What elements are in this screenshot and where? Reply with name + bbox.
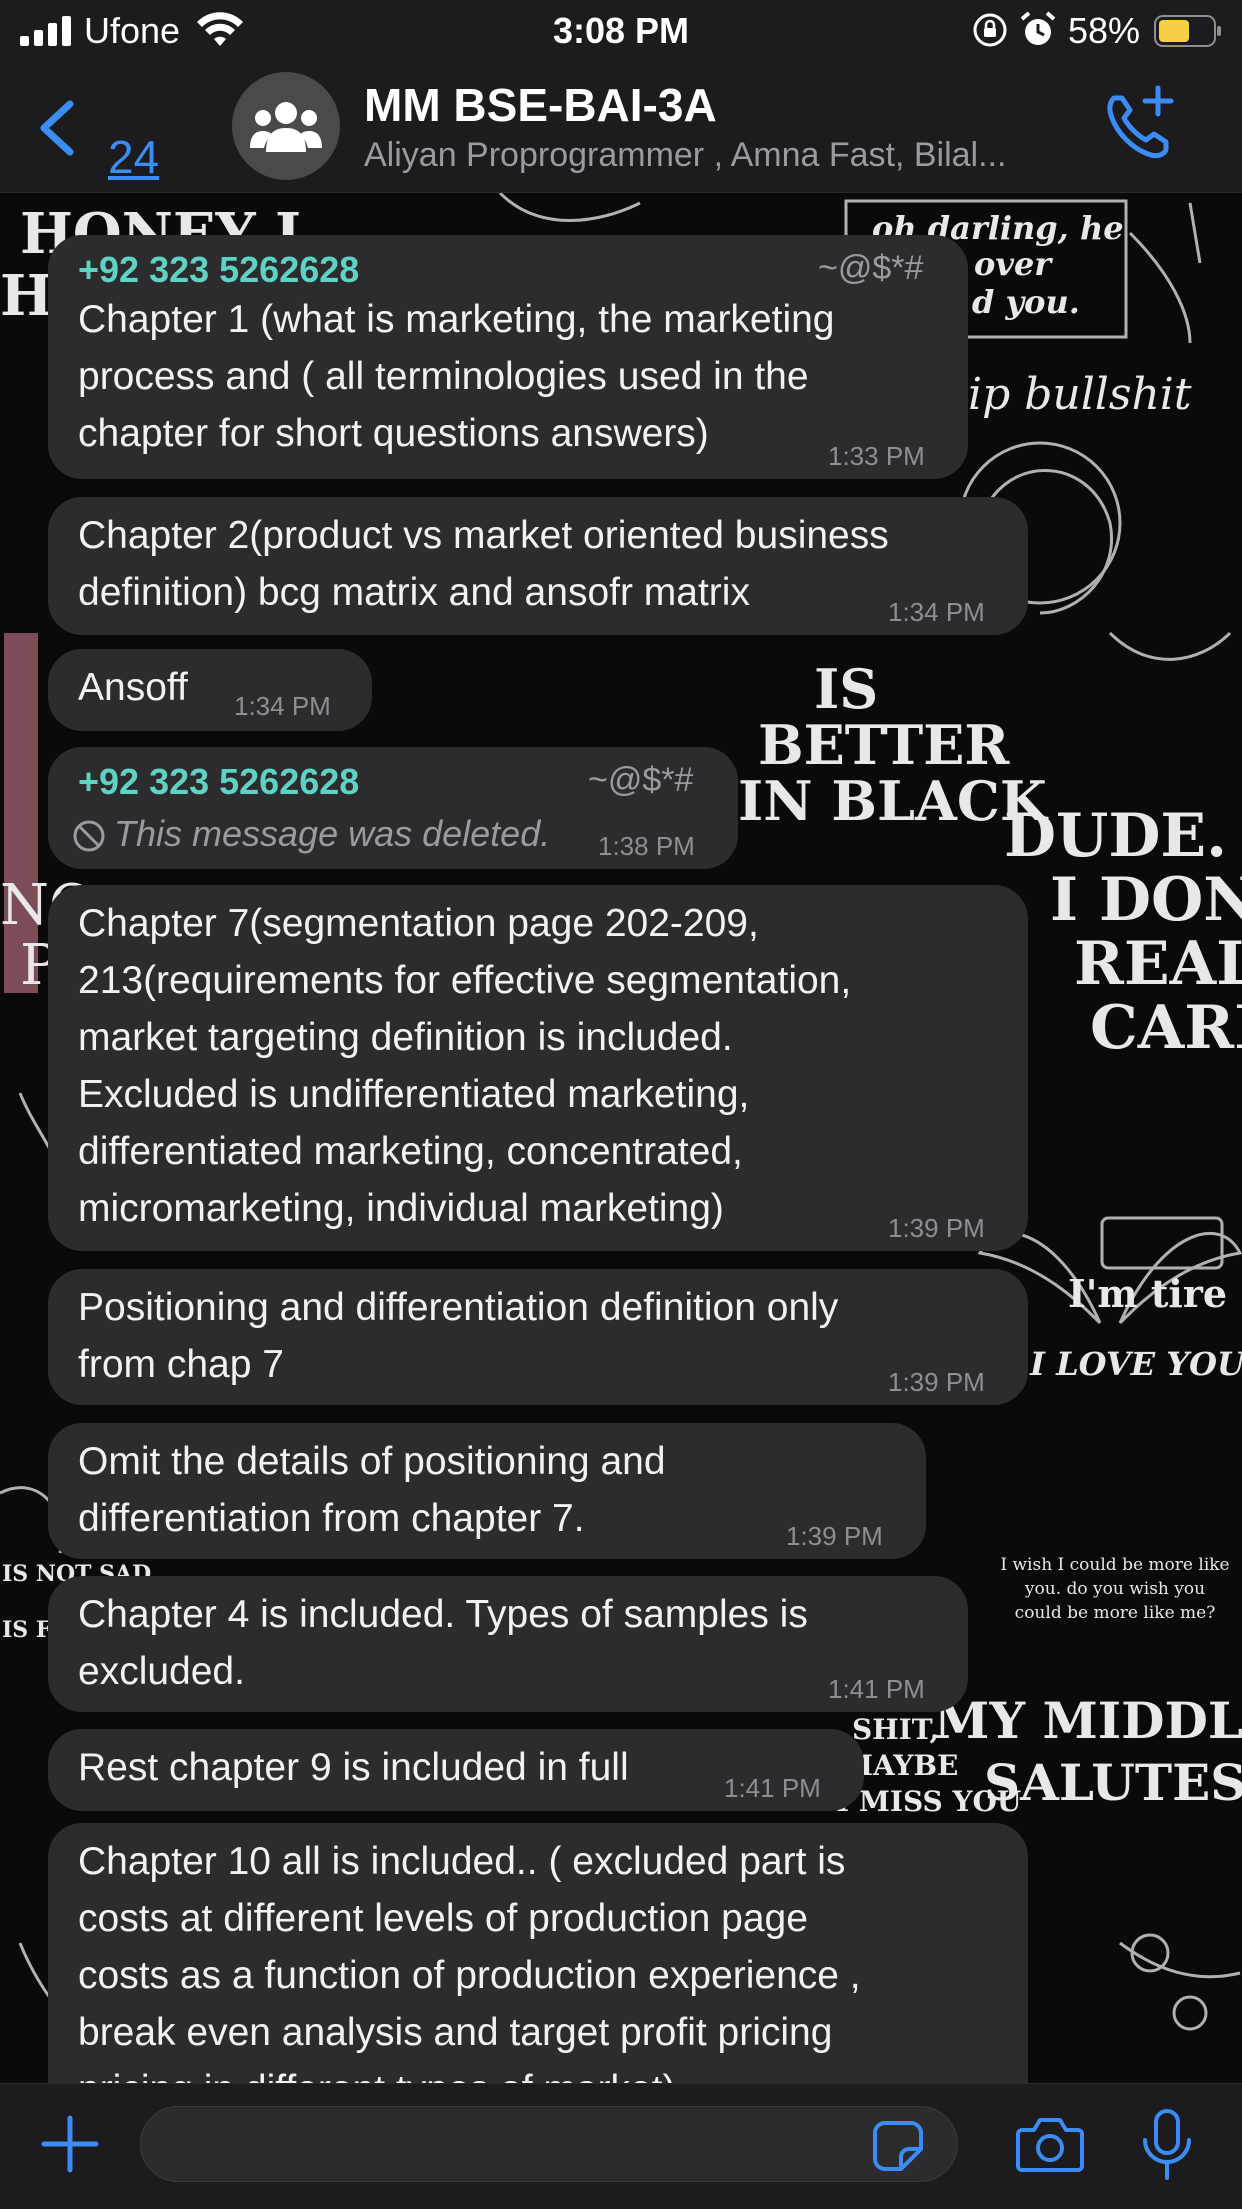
wallpaper-text: BETTER — [758, 713, 1010, 777]
message-text: differentiation from chapter 7. — [78, 1497, 585, 1540]
message-time: 1:39 PM — [888, 1213, 985, 1243]
chat-header: 24 MM BSE-BAI-3A Aliyan Proprogrammer , … — [0, 62, 1242, 193]
message-time: 1:38 PM — [598, 831, 695, 861]
wallpaper-text: SHIT, — [852, 1713, 940, 1746]
message-bubble[interactable]: +92 323 5262628 ~@$*# This message was d… — [48, 747, 738, 869]
wallpaper-text: I MISS YOU — [836, 1785, 1022, 1818]
message-bubble[interactable]: Rest chapter 9 is included in full 1:41 … — [48, 1729, 864, 1811]
message-text: break even analysis and target profit pr… — [78, 2011, 833, 2054]
chat-title[interactable]: MM BSE-BAI-3A — [364, 78, 717, 132]
sender-phone[interactable]: +92 323 5262628 — [78, 761, 359, 803]
sender-name: ~@$*# — [588, 761, 694, 799]
alarm-icon — [1020, 11, 1056, 45]
message-text: Ansoff — [78, 666, 188, 709]
wallpaper-text: MY MIDDLE FINGE — [934, 1691, 1242, 1750]
message-text: Chapter 7(segmentation page 202-209, — [78, 902, 759, 945]
compose-bar — [0, 2083, 1242, 2209]
wallpaper-text: ip bullshit — [968, 369, 1192, 420]
wallpaper-text: I wish I could be more like you. do you … — [1000, 1555, 1230, 1623]
message-bubble[interactable]: +92 323 5262628 ~@$*# Chapter 1 (what is… — [48, 235, 968, 479]
wallpaper-text: IS F — [2, 1617, 52, 1643]
group-avatar[interactable] — [232, 72, 340, 180]
rotation-lock-icon — [973, 13, 1007, 47]
message-text: definition) bcg matrix and ansofr matrix — [78, 571, 750, 614]
message-text: differentiated marketing, concentrated, — [78, 1130, 743, 1173]
wallpaper-text: SALUTES YOU. — [984, 1753, 1242, 1812]
deleted-message-text: This message was deleted. — [114, 813, 551, 854]
wallpaper-text: I'm tire — [1068, 1271, 1228, 1316]
sticker-icon[interactable] — [871, 2119, 925, 2173]
message-text: costs at different levels of production … — [78, 1897, 808, 1940]
message-text: 213(requirements for effective segmentat… — [78, 959, 852, 1002]
message-time: 1:41 PM — [828, 1674, 925, 1704]
message-text: Excluded is undifferentiated marketing, — [78, 1073, 750, 1116]
wallpaper-text: REALLY — [1074, 929, 1242, 999]
message-text: costs as a function of production experi… — [78, 1954, 861, 1997]
message-text: Chapter 4 is included. Types of samples … — [78, 1593, 808, 1636]
message-time: 1:33 PM — [828, 441, 925, 471]
message-text: process and ( all terminologies used in … — [78, 355, 809, 398]
message-text: Chapter 1 (what is marketing, the market… — [78, 298, 835, 341]
message-time: 1:41 PM — [724, 1773, 821, 1803]
message-text: Omit the details of positioning and — [78, 1440, 666, 1483]
message-time: 1:34 PM — [888, 597, 985, 627]
message-time: 1:39 PM — [888, 1367, 985, 1397]
chevron-left-icon — [40, 100, 74, 156]
message-text: Chapter 10 all is included.. ( excluded … — [78, 1840, 846, 1883]
wallpaper-text: d you. — [972, 283, 1080, 321]
sender-phone[interactable]: +92 323 5262628 — [78, 249, 359, 291]
back-button[interactable]: 24 — [36, 92, 186, 183]
message-bubble[interactable]: Chapter 10 all is included.. ( excluded … — [48, 1823, 1028, 2083]
wallpaper-text: over — [974, 245, 1052, 283]
message-list[interactable]: HONEY I HA oh darling, he over d you. ip… — [0, 193, 1242, 2083]
wallpaper-text: DUDE. — [1004, 801, 1228, 871]
sender-name: ~@$*# — [818, 249, 924, 287]
message-text: market targeting definition is included. — [78, 1016, 733, 1059]
message-bubble[interactable]: Chapter 4 is included. Types of samples … — [48, 1576, 968, 1712]
group-icon — [250, 102, 322, 152]
mic-icon[interactable] — [1140, 2108, 1194, 2182]
message-text: Positioning and differentiation definiti… — [78, 1286, 839, 1329]
unread-count: 24 — [108, 131, 160, 183]
message-bubble[interactable]: Chapter 7(segmentation page 202-209, 213… — [48, 885, 1028, 1251]
plus-icon[interactable] — [40, 2114, 100, 2174]
message-text: chapter for short questions answers) — [78, 412, 709, 455]
message-text: Chapter 2(product vs market oriented bus… — [78, 514, 889, 557]
message-bubble[interactable]: Omit the details of positioning and diff… — [48, 1423, 926, 1559]
message-bubble[interactable]: Ansoff 1:34 PM — [48, 649, 372, 731]
battery-icon — [1154, 15, 1221, 47]
wallpaper-text: CARE — [1090, 993, 1242, 1063]
wallpaper-text: IS — [814, 657, 879, 721]
message-text: excluded. — [78, 1650, 245, 1693]
wallpaper-text: I LOVE YOU — [1030, 1345, 1242, 1383]
message-bubble[interactable]: Chapter 2(product vs market oriented bus… — [48, 497, 1028, 635]
message-text: pricing in different types of market) — [78, 2061, 676, 2083]
wallpaper-text: IN BLACK — [738, 769, 1047, 833]
chat-members[interactable]: Aliyan Proprogrammer , Amna Fast, Bilal.… — [364, 136, 1006, 175]
message-time: 1:39 PM — [786, 1521, 883, 1551]
blocked-icon — [73, 820, 105, 852]
add-call-icon[interactable] — [1100, 84, 1180, 164]
message-bubble[interactable]: Positioning and differentiation definiti… — [48, 1269, 1028, 1405]
battery-percent: 58% — [1068, 10, 1141, 51]
message-input[interactable] — [140, 2106, 958, 2182]
status-bar: Ufone 3:08 PM 58% — [0, 0, 1242, 62]
message-text: from chap 7 — [78, 1343, 284, 1386]
wallpaper-text: I DON'T — [1050, 865, 1242, 935]
message-text: Rest chapter 9 is included in full — [78, 1746, 629, 1789]
camera-icon[interactable] — [1016, 2114, 1084, 2174]
message-text: micromarketing, individual marketing) — [78, 1187, 724, 1230]
message-time: 1:34 PM — [234, 691, 331, 721]
